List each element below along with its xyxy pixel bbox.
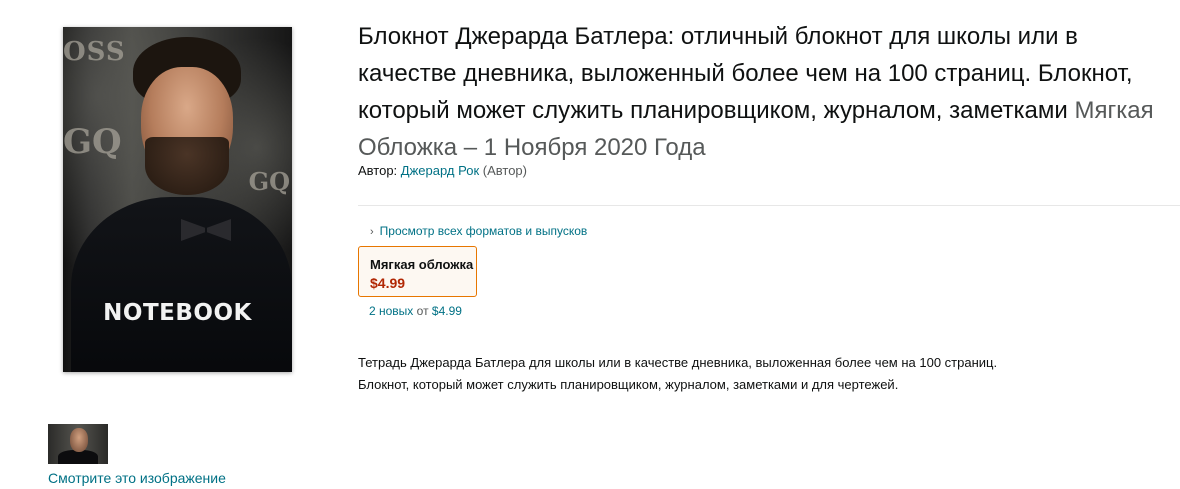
cover-bow-tie	[181, 219, 231, 241]
product-title: Блокнот Джерарда Батлера: отличный блокн…	[358, 18, 1173, 166]
author-prefix: Автор:	[358, 163, 398, 178]
cover-brand-gq: GQ	[63, 122, 122, 162]
cover-brand-boss: OSS	[63, 37, 126, 67]
offers-line: 2 новых от $4.99	[369, 304, 462, 318]
image-thumbnail[interactable]	[48, 424, 108, 464]
author-link[interactable]: Джерард Рок	[401, 163, 479, 178]
cover-brand-gq-right: GQ	[248, 167, 290, 196]
see-image-link[interactable]: Смотрите это изображение	[48, 470, 226, 486]
cut-off-header-text	[30, 0, 150, 2]
format-paperback-button[interactable]: Мягкая обложка $4.99	[358, 246, 477, 297]
product-title-text: Блокнот Джерарда Батлера: отличный блокн…	[358, 23, 1133, 124]
offers-price-link[interactable]: $4.99	[432, 304, 462, 318]
format-name: Мягкая обложка	[370, 257, 474, 272]
byline: Автор: Джерард Рок (Автор)	[358, 163, 527, 178]
cover-title: NOTEBOOK	[103, 300, 252, 326]
new-offers-link[interactable]: 2 новых	[369, 304, 413, 318]
divider	[358, 205, 1180, 206]
see-all-formats-label: Просмотр всех форматов и выпусков	[379, 224, 588, 238]
thumbnail-face	[70, 428, 88, 452]
author-role: (Автор)	[482, 163, 527, 178]
product-main-image[interactable]: OSS GQ GQ NOTEBOOK	[63, 27, 292, 372]
chevron-right-icon: ›	[370, 226, 374, 238]
see-all-formats-link[interactable]: › Просмотр всех форматов и выпусков	[370, 224, 587, 238]
cover-person-beard	[145, 137, 229, 195]
format-price: $4.99	[370, 275, 406, 291]
offers-from: от	[416, 304, 429, 318]
thumbnail-suit	[58, 450, 98, 464]
product-description: Тетрадь Джерарда Батлера для школы или в…	[358, 355, 998, 392]
